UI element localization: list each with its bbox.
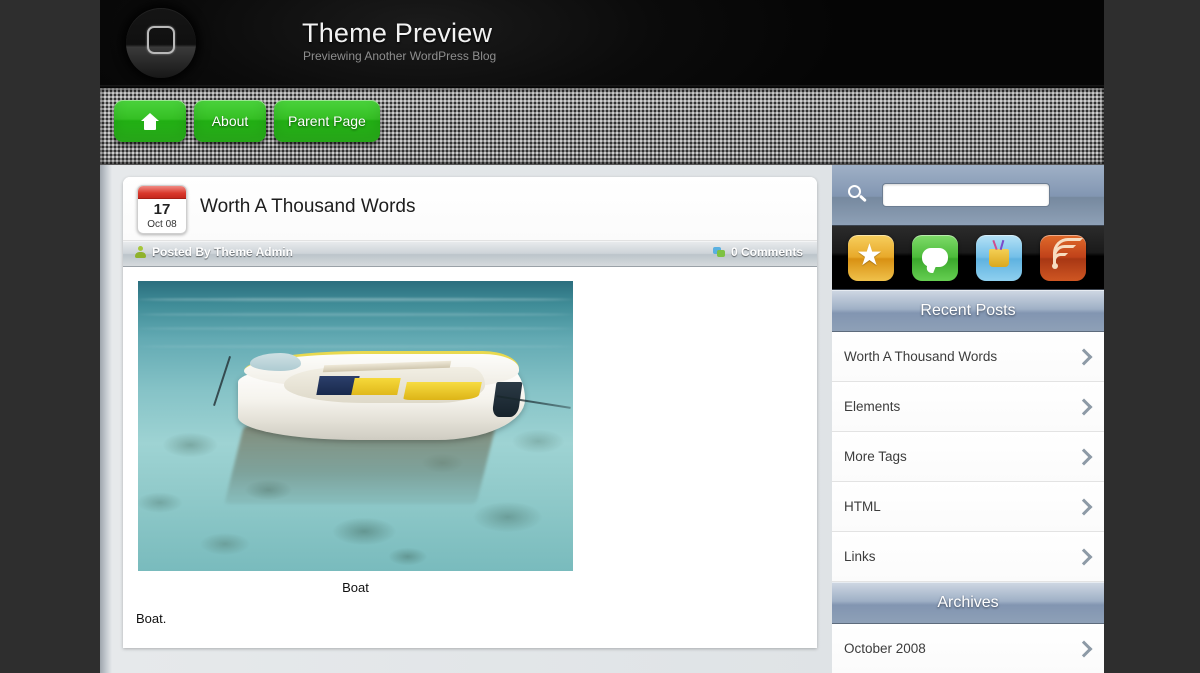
list-item-label: Worth A Thousand Words xyxy=(844,349,998,364)
list-item[interactable]: Worth A Thousand Words xyxy=(832,332,1104,382)
comments-bubble-icon[interactable] xyxy=(912,234,958,281)
post-date-calendar-icon: 17 Oct 08 xyxy=(137,185,187,234)
list-item-label: Elements xyxy=(844,399,901,414)
post-article: 17 Oct 08 Worth A Thousand Words Posted … xyxy=(123,177,817,648)
chevron-right-icon xyxy=(1075,640,1093,657)
post-comments-label: 0 Comments xyxy=(730,245,803,259)
sidebar-section-title-archives: Archives xyxy=(832,582,1104,624)
list-item[interactable]: More Tags xyxy=(832,432,1104,482)
nav-about-button[interactable]: About xyxy=(194,100,266,142)
page-title: Theme Preview xyxy=(302,18,493,48)
post-title-link[interactable]: Worth A Thousand Words xyxy=(200,196,415,218)
post-image[interactable] xyxy=(138,281,573,571)
image-caption: Boat xyxy=(342,580,369,595)
recent-posts-list: Worth A Thousand Words Elements More Tag… xyxy=(832,332,1104,582)
page-container: Theme Preview Previewing Another WordPre… xyxy=(100,0,1104,673)
boat-shape xyxy=(212,336,571,441)
calendar-top-bar xyxy=(138,186,186,199)
body-area: 17 Oct 08 Worth A Thousand Words Posted … xyxy=(100,165,1104,673)
sidebar-section-title-recent-posts: Recent Posts xyxy=(832,290,1104,332)
sidebar-search xyxy=(832,165,1104,226)
user-icon xyxy=(135,245,146,259)
list-item[interactable]: October 2008 xyxy=(832,624,1104,673)
comment-bubbles-icon xyxy=(712,246,725,258)
site-header: Theme Preview Previewing Another WordPre… xyxy=(100,0,1104,88)
list-item-label: October 2008 xyxy=(844,641,926,656)
chevron-right-icon xyxy=(1075,448,1093,465)
post-body-text: Boat. xyxy=(136,611,167,626)
post-header: 17 Oct 08 Worth A Thousand Words xyxy=(123,177,817,241)
rss-feed-icon[interactable] xyxy=(1040,234,1086,281)
home-icon xyxy=(141,112,159,130)
calendar-day: 17 xyxy=(153,201,171,218)
chevron-right-icon xyxy=(1075,548,1093,565)
post-meta-bar: Posted By Theme Admin 0 Comments xyxy=(123,241,817,267)
post-author-meta: Posted By Theme Admin xyxy=(135,245,293,259)
list-item[interactable]: HTML xyxy=(832,482,1104,532)
sidebar-social-icons xyxy=(832,226,1104,290)
site-logo[interactable] xyxy=(126,8,196,78)
list-item[interactable]: Elements xyxy=(832,382,1104,432)
archives-list: October 2008 xyxy=(832,624,1104,673)
chevron-right-icon xyxy=(1075,348,1093,365)
post-comments-meta[interactable]: 0 Comments xyxy=(712,245,803,259)
search-input[interactable] xyxy=(882,183,1050,207)
chevron-right-icon xyxy=(1075,398,1093,415)
post-content: Boat Boat. xyxy=(123,267,817,648)
list-item[interactable]: Links xyxy=(832,532,1104,582)
nav-item-list: About Parent Page xyxy=(114,100,380,142)
search-icon[interactable] xyxy=(848,185,868,205)
nav-home-button[interactable] xyxy=(114,100,186,142)
content-column: 17 Oct 08 Worth A Thousand Words Posted … xyxy=(100,165,832,673)
rounded-square-home-button-icon xyxy=(147,26,175,55)
chevron-right-icon xyxy=(1075,498,1093,515)
nav-parent-page-button[interactable]: Parent Page xyxy=(274,100,380,142)
subscribe-bag-icon[interactable] xyxy=(976,234,1022,281)
sidebar: Recent Posts Worth A Thousand Words Elem… xyxy=(832,165,1104,673)
site-description: Previewing Another WordPress Blog xyxy=(303,49,497,63)
calendar-month: Oct 08 xyxy=(147,219,177,230)
post-author-label: Posted By Theme Admin xyxy=(152,245,293,259)
screenshot-root: Theme Preview Previewing Another WordPre… xyxy=(0,0,1200,673)
list-item-label: Links xyxy=(844,549,876,564)
main-navigation: About Parent Page xyxy=(100,88,1104,165)
list-item-label: HTML xyxy=(844,499,881,514)
bookmark-star-icon[interactable] xyxy=(848,234,894,281)
list-item-label: More Tags xyxy=(844,449,907,464)
